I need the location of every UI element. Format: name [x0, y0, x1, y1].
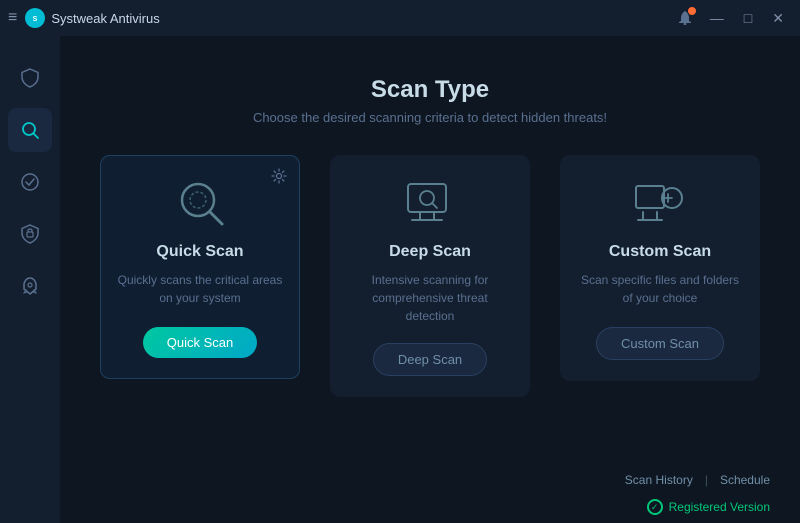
- hamburger-icon[interactable]: ≡: [8, 9, 17, 27]
- page-subtitle: Choose the desired scanning criteria to …: [60, 110, 800, 125]
- quick-scan-title: Quick Scan: [156, 243, 243, 261]
- custom-scan-icon: [630, 176, 690, 231]
- footer-divider: |: [705, 473, 708, 487]
- close-button[interactable]: ✕: [764, 8, 792, 29]
- main-layout: Scan Type Choose the desired scanning cr…: [0, 36, 800, 523]
- title-bar: ≡ S Systweak Antivirus — □ ✕: [0, 0, 800, 36]
- notification-badge[interactable]: [676, 9, 694, 27]
- footer-links: Scan History | Schedule: [625, 473, 770, 487]
- page-header: Scan Type Choose the desired scanning cr…: [60, 36, 800, 145]
- title-bar-left: ≡ S Systweak Antivirus: [8, 8, 160, 28]
- quick-scan-desc: Quickly scans the critical areas on your…: [117, 271, 283, 309]
- schedule-link[interactable]: Schedule: [720, 473, 770, 487]
- scan-history-link[interactable]: Scan History: [625, 473, 693, 487]
- rocket-icon: [19, 275, 41, 297]
- sidebar-item-scan[interactable]: [8, 108, 52, 152]
- quick-scan-button[interactable]: Quick Scan: [143, 327, 257, 358]
- notification-dot: [688, 7, 696, 15]
- deep-scan-desc: Intensive scanning for comprehensive thr…: [347, 271, 513, 325]
- title-bar-right: — □ ✕: [676, 8, 792, 29]
- custom-scan-desc: Scan specific files and folders of your …: [577, 271, 743, 309]
- app-logo: S Systweak Antivirus: [25, 8, 159, 28]
- svg-text:S: S: [33, 16, 38, 23]
- logo-icon: S: [25, 8, 45, 28]
- search-icon: [19, 119, 41, 141]
- check-circle-icon: ✓: [647, 499, 663, 515]
- sidebar-item-protection[interactable]: [8, 56, 52, 100]
- page-footer: Scan History | Schedule: [60, 463, 800, 495]
- sidebar-item-vpn[interactable]: [8, 212, 52, 256]
- custom-scan-card[interactable]: Custom Scan Scan specific files and fold…: [560, 155, 760, 381]
- shield-icon: [19, 67, 41, 89]
- minimize-button[interactable]: —: [702, 8, 732, 28]
- sidebar-item-boost[interactable]: [8, 264, 52, 308]
- deep-scan-card[interactable]: Deep Scan Intensive scanning for compreh…: [330, 155, 530, 397]
- scan-cards-container: Quick Scan Quickly scans the critical ar…: [60, 145, 800, 463]
- check-icon: [19, 171, 41, 193]
- sidebar: [0, 36, 60, 523]
- app-title: Systweak Antivirus: [51, 11, 159, 26]
- sidebar-item-status[interactable]: [8, 160, 52, 204]
- content-area: Scan Type Choose the desired scanning cr…: [60, 36, 800, 523]
- maximize-button[interactable]: □: [736, 8, 760, 28]
- custom-scan-title: Custom Scan: [609, 243, 711, 261]
- registered-label: Registered Version: [669, 500, 770, 514]
- page-title: Scan Type: [60, 76, 800, 104]
- deep-scan-button[interactable]: Deep Scan: [373, 343, 487, 376]
- quick-scan-card[interactable]: Quick Scan Quickly scans the critical ar…: [100, 155, 300, 379]
- deep-scan-icon: [400, 176, 460, 231]
- card-settings-icon[interactable]: [271, 168, 287, 184]
- custom-scan-button[interactable]: Custom Scan: [596, 327, 724, 360]
- lock-shield-icon: [19, 223, 41, 245]
- quick-scan-icon: [170, 176, 230, 231]
- deep-scan-title: Deep Scan: [389, 243, 471, 261]
- registered-version: ✓ Registered Version: [60, 499, 800, 523]
